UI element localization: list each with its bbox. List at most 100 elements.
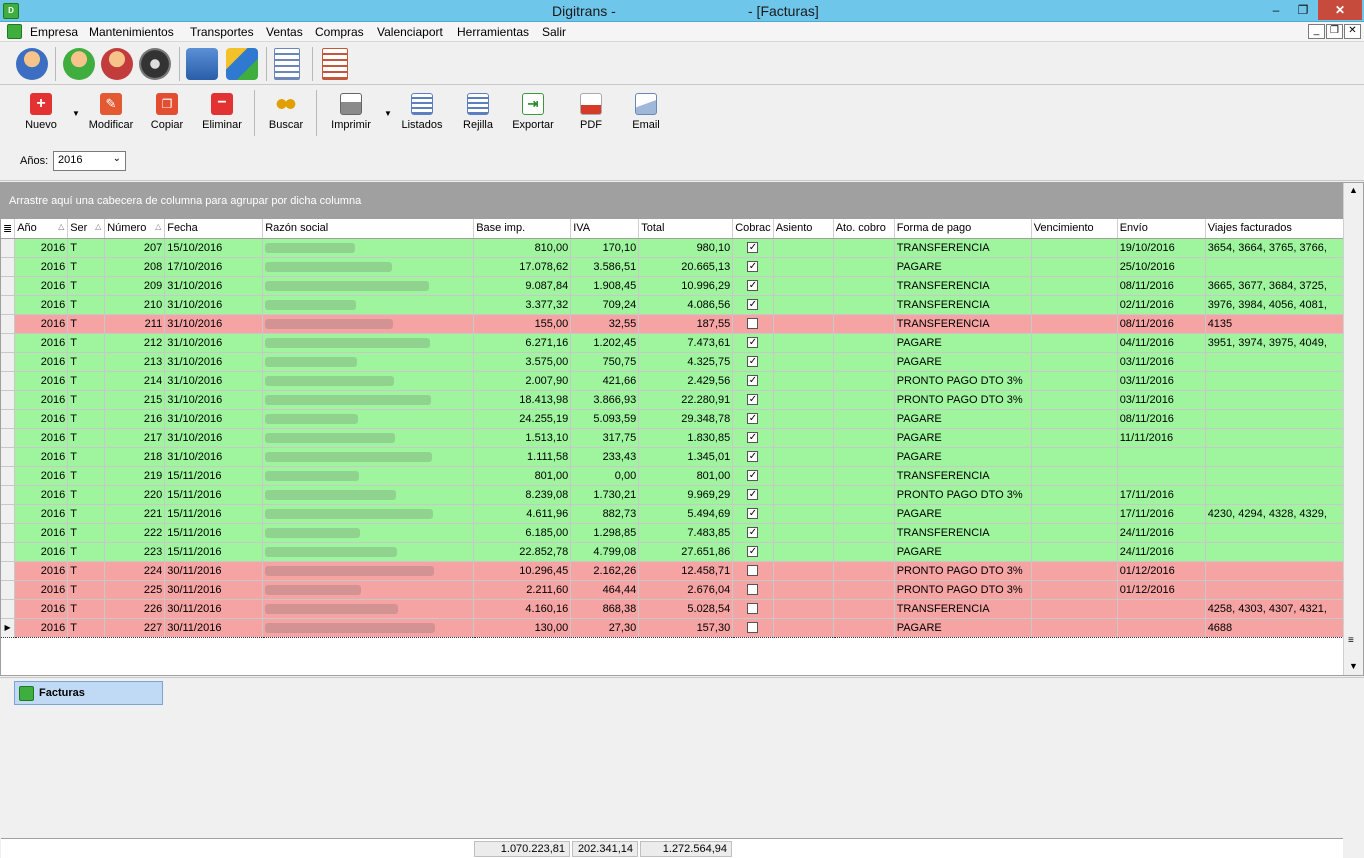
cell-numero[interactable]: 220: [104, 485, 166, 505]
cell-total[interactable]: 4.086,56: [638, 295, 734, 315]
cell-forma-pago[interactable]: PAGARE: [894, 257, 1032, 277]
cell-total[interactable]: 7.483,85: [638, 523, 734, 543]
cell-cobrado[interactable]: [732, 314, 774, 334]
cell-forma-pago[interactable]: PRONTO PAGO DTO 3%: [894, 580, 1032, 600]
cell-forma-pago[interactable]: TRANSFERENCIA: [894, 276, 1032, 296]
row-indicator[interactable]: [1, 238, 16, 258]
table-row[interactable]: 2016 T 221 15/11/2016 4.611,96 882,73 5.494,69…: [1, 504, 1347, 524]
cell-cobrado[interactable]: ✓: [732, 409, 774, 429]
cell-razon-social[interactable]: [262, 504, 475, 524]
table-row[interactable]: 2016 T 224 30/11/2016 10.296,45 2.162,26 12.45…: [1, 561, 1347, 581]
cell-ato-cobro[interactable]: [833, 333, 895, 353]
cell-base-imp[interactable]: 2.007,90: [473, 371, 572, 391]
checkbox-checked[interactable]: ✓: [747, 546, 759, 558]
col-viajes[interactable]: Viajes facturados: [1205, 219, 1347, 239]
truck-icon[interactable]: [186, 48, 218, 80]
checkbox-checked[interactable]: ✓: [747, 280, 759, 292]
cell-asiento[interactable]: [773, 504, 834, 524]
cell-ato-cobro[interactable]: [833, 599, 895, 619]
checkbox-checked[interactable]: ✓: [747, 527, 759, 539]
row-indicator[interactable]: [1, 485, 16, 505]
cell-anio[interactable]: 2016: [14, 447, 69, 467]
cell-cobrado[interactable]: ✓: [732, 333, 774, 353]
cell-forma-pago[interactable]: TRANSFERENCIA: [894, 238, 1032, 258]
cell-anio[interactable]: 2016: [14, 580, 69, 600]
cell-anio[interactable]: 2016: [14, 542, 69, 562]
cell-serie[interactable]: T: [67, 599, 106, 619]
cell-razon-social[interactable]: [262, 428, 475, 448]
cell-iva[interactable]: 464,44: [570, 580, 640, 600]
cell-ato-cobro[interactable]: [833, 276, 895, 296]
cell-forma-pago[interactable]: TRANSFERENCIA: [894, 314, 1032, 334]
cell-base-imp[interactable]: 8.239,08: [473, 485, 572, 505]
cell-anio[interactable]: 2016: [14, 238, 69, 258]
checkbox-checked[interactable]: ✓: [747, 413, 759, 425]
cell-numero[interactable]: 208: [104, 257, 166, 277]
menu-mantenimientos[interactable]: Mantenimientos: [89, 25, 174, 39]
cell-base-imp[interactable]: 130,00: [473, 617, 572, 638]
cell-anio[interactable]: 2016: [14, 295, 69, 315]
cell-forma-pago[interactable]: TRANSFERENCIA: [894, 466, 1032, 486]
cell-serie[interactable]: T: [67, 447, 106, 467]
cell-numero[interactable]: 227: [104, 617, 166, 638]
cell-envio[interactable]: [1117, 599, 1206, 619]
cell-forma-pago[interactable]: PRONTO PAGO DTO 3%: [894, 371, 1032, 391]
cell-total[interactable]: 12.458,71: [638, 561, 734, 581]
cell-asiento[interactable]: [773, 333, 834, 353]
cell-anio[interactable]: 2016: [14, 352, 69, 372]
checkbox-unchecked[interactable]: [747, 603, 759, 615]
cell-viajes[interactable]: [1205, 409, 1347, 429]
menu-ventas[interactable]: Ventas: [266, 25, 303, 39]
cell-numero[interactable]: 207: [104, 238, 166, 258]
cell-envio[interactable]: 11/11/2016: [1117, 428, 1206, 448]
cell-forma-pago[interactable]: PAGARE: [894, 617, 1032, 638]
cell-forma-pago[interactable]: PAGARE: [894, 447, 1032, 467]
buscar-button[interactable]: Buscar: [268, 93, 304, 131]
cell-ato-cobro[interactable]: [833, 485, 895, 505]
cell-fecha[interactable]: 30/11/2016: [164, 599, 264, 619]
cell-asiento[interactable]: [773, 542, 834, 562]
cell-numero[interactable]: 216: [104, 409, 166, 429]
cell-envio[interactable]: 01/12/2016: [1117, 580, 1206, 600]
row-indicator[interactable]: [1, 599, 16, 619]
cell-serie[interactable]: T: [67, 352, 106, 372]
cell-asiento[interactable]: [773, 257, 834, 277]
cell-total[interactable]: 7.473,61: [638, 333, 734, 353]
cell-vencimiento[interactable]: [1031, 390, 1118, 410]
cell-anio[interactable]: 2016: [14, 485, 69, 505]
cell-vencimiento[interactable]: [1031, 238, 1118, 258]
rejilla-button[interactable]: Rejilla: [460, 93, 496, 131]
checkbox-checked[interactable]: ✓: [747, 394, 759, 406]
cell-iva[interactable]: 5.093,59: [570, 409, 640, 429]
cell-asiento[interactable]: [773, 409, 834, 429]
mdi-minimize-button[interactable]: _: [1308, 24, 1325, 39]
cell-anio[interactable]: 2016: [14, 257, 69, 277]
scroll-up-icon[interactable]: ▲: [1349, 185, 1358, 195]
cell-serie[interactable]: T: [67, 314, 106, 334]
cell-ato-cobro[interactable]: [833, 617, 895, 638]
scroll-down-icon[interactable]: ▼: [1349, 661, 1358, 671]
cell-asiento[interactable]: [773, 561, 834, 581]
cell-forma-pago[interactable]: PAGARE: [894, 504, 1032, 524]
cell-cobrado[interactable]: ✓: [732, 352, 774, 372]
close-button[interactable]: ✕: [1318, 0, 1362, 20]
cell-total[interactable]: 2.429,56: [638, 371, 734, 391]
cell-razon-social[interactable]: [262, 238, 475, 258]
table-row[interactable]: 2016 T 215 31/10/2016 18.413,98 3.866,93 22.28…: [1, 390, 1347, 410]
cell-asiento[interactable]: [773, 617, 834, 638]
cell-base-imp[interactable]: 3.377,32: [473, 295, 572, 315]
cell-envio[interactable]: 24/11/2016: [1117, 542, 1206, 562]
cell-base-imp[interactable]: 155,00: [473, 314, 572, 334]
cell-serie[interactable]: T: [67, 466, 106, 486]
cell-base-imp[interactable]: 4.611,96: [473, 504, 572, 524]
col-anio[interactable]: Año △: [14, 219, 69, 239]
minimize-button[interactable]: –: [1261, 0, 1291, 20]
col-base-imp[interactable]: Base imp.: [473, 219, 572, 239]
table-row[interactable]: 2016 T 219 15/11/2016 801,00 0,00 801,00 ✓ TRANS…: [1, 466, 1347, 486]
cell-cobrado[interactable]: ✓: [732, 257, 774, 277]
cell-fecha[interactable]: 15/11/2016: [164, 466, 264, 486]
cell-iva[interactable]: 4.799,08: [570, 542, 640, 562]
cell-razon-social[interactable]: [262, 276, 475, 296]
cell-iva[interactable]: 2.162,26: [570, 561, 640, 581]
cell-iva[interactable]: 170,10: [570, 238, 640, 258]
